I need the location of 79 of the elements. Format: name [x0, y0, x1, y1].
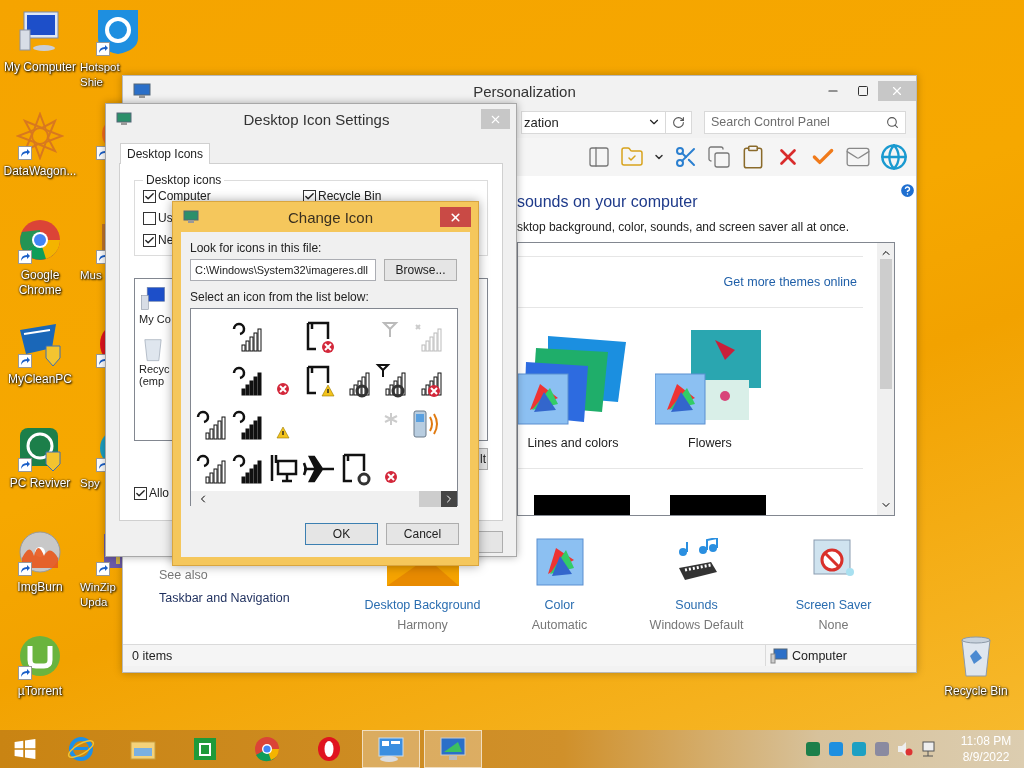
- chrome-icon: [252, 734, 282, 764]
- icon-caption: Recyc: [139, 363, 170, 375]
- setting-link[interactable]: Color: [544, 598, 575, 612]
- icon-caption: My Co: [139, 313, 171, 325]
- color-palette-icon[interactable]: [535, 538, 584, 586]
- checkbox[interactable]: [143, 211, 156, 225]
- icon-caption: (emp: [139, 375, 165, 387]
- speaker-muted-icon[interactable]: [897, 741, 913, 757]
- file-path-field[interactable]: C:\Windows\System32\imageres.dll: [190, 259, 376, 281]
- dialog-button[interactable]: Cancel: [386, 523, 459, 545]
- scroll-thumb[interactable]: [419, 491, 441, 507]
- close-icon: [449, 210, 462, 224]
- theme-name: Flowers: [688, 436, 732, 451]
- window-title: Personalization: [472, 82, 577, 100]
- item-count: 0 items: [131, 648, 174, 663]
- checkbox[interactable]: [134, 486, 147, 500]
- setting-link[interactable]: Sounds: [675, 598, 718, 612]
- copy-icon[interactable]: [707, 145, 731, 169]
- checkbox-label[interactable]: Computer: [158, 189, 211, 203]
- refresh-icon: [672, 115, 685, 129]
- dialog-button[interactable]: OK: [305, 523, 378, 545]
- taskbar-button[interactable]: [362, 730, 420, 768]
- network-tray-icon[interactable]: [920, 741, 936, 757]
- antenna-signal-icon[interactable]: [374, 363, 408, 399]
- computer-icon[interactable]: [139, 285, 167, 313]
- page-heading: sounds on your computer: [516, 193, 699, 211]
- close-button[interactable]: [440, 207, 471, 227]
- dialog-title: Change Icon: [286, 208, 375, 226]
- page-description: sktop background, color, sounds, and screen saver all at once.: [516, 220, 851, 234]
- computer-icon: [770, 647, 788, 664]
- control-panel-icon: [376, 734, 406, 764]
- refresh-button[interactable]: [666, 110, 692, 134]
- search-field[interactable]: Search Control Panel: [704, 110, 906, 134]
- vertical-scrollbar[interactable]: [877, 243, 894, 515]
- see-also-link[interactable]: Taskbar and Navigation: [159, 591, 354, 605]
- checkbox[interactable]: [143, 189, 156, 203]
- tab[interactable]: Desktop Icons: [120, 143, 211, 164]
- folder-check-icon[interactable]: [620, 145, 644, 169]
- setting-value: Harmony: [397, 618, 448, 632]
- star-pattern-icon: [16, 112, 64, 160]
- monitor-icon: [116, 112, 132, 126]
- dialog-title: Desktop Icon Settings: [242, 110, 391, 128]
- setting-link[interactable]: Desktop Background: [364, 598, 481, 612]
- horizontal-scrollbar[interactable]: [191, 491, 457, 507]
- checkbox-label[interactable]: Allo: [149, 486, 169, 500]
- checkbox-label[interactable]: Us: [158, 211, 173, 225]
- monitor-icon: [183, 210, 199, 224]
- monitor-icon: [133, 83, 151, 99]
- list-label: Select an icon from the list below:: [190, 290, 370, 304]
- setting-value: Automatic: [531, 618, 588, 632]
- search-icon: [886, 115, 899, 129]
- cut-icon[interactable]: [674, 145, 698, 169]
- app-tray-icon[interactable]: [805, 741, 821, 757]
- location-text: Computer: [792, 648, 847, 663]
- checkbox[interactable]: [143, 233, 156, 247]
- themes-online-link[interactable]: Get more themes online: [723, 275, 857, 290]
- setting-link[interactable]: Screen Saver: [795, 598, 872, 612]
- maximize-icon: [857, 85, 869, 97]
- checkmark-icon: [304, 190, 315, 202]
- help-icon[interactable]: [899, 182, 916, 199]
- field-label: Look for icons in this file:: [190, 241, 323, 255]
- group-title: Desktop icons: [145, 173, 223, 187]
- close-icon: [890, 84, 904, 98]
- setting-value: None: [818, 618, 849, 632]
- checkmark-icon: [144, 234, 155, 246]
- checkmark-icon: [135, 487, 146, 499]
- see-also-heading: See also: [159, 568, 209, 582]
- taskbar-button[interactable]: [424, 730, 482, 768]
- setting-value: Windows Default: [649, 618, 744, 632]
- globe-icon[interactable]: [880, 143, 908, 171]
- address-bar[interactable]: zation: [521, 110, 666, 134]
- browse-button[interactable]: Browse...: [384, 259, 457, 281]
- layout-pane-icon[interactable]: [587, 145, 611, 169]
- checkmark-icon: [144, 190, 155, 202]
- checkbox-label[interactable]: Recycle Bin: [318, 189, 382, 203]
- burning-disc-icon: [16, 528, 64, 576]
- checkbox-label[interactable]: Ne: [158, 233, 174, 247]
- theme-name: Lines and colors: [527, 436, 619, 451]
- internet-explorer-icon: [66, 734, 96, 764]
